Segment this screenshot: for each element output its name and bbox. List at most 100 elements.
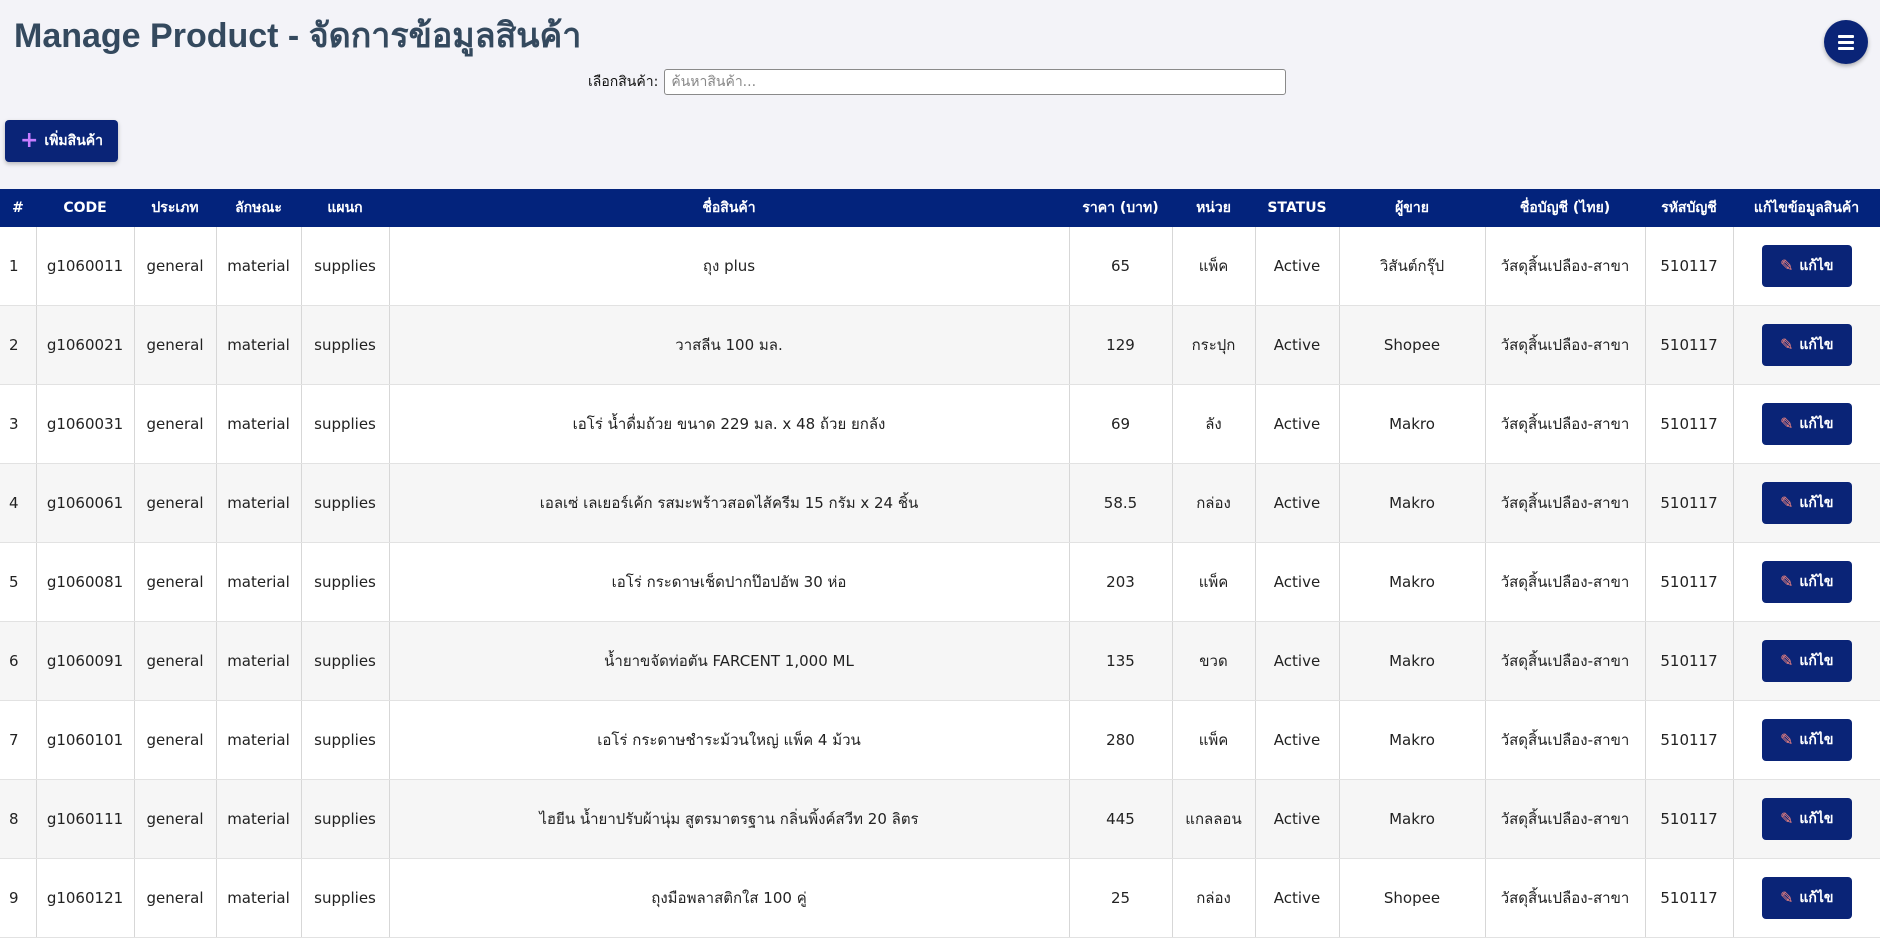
pencil-icon: ✎ [1779, 809, 1794, 828]
product-department: supplies [301, 384, 390, 464]
edit-product-button[interactable]: ✎ แก้ไข [1761, 877, 1852, 919]
product-name: วาสลีน 100 มล. [389, 305, 1070, 385]
edit-label: แก้ไข [1799, 653, 1834, 669]
edit-product-button[interactable]: ✎ แก้ไข [1761, 561, 1852, 603]
product-status: Active [1255, 542, 1340, 622]
product-name: เอลเซ่ เลเยอร์เค้ก รสมะพร้าวสอดไส้ครีม 1… [389, 463, 1070, 543]
pencil-icon: ✎ [1779, 651, 1794, 670]
col-type-header: ประเภท [134, 189, 216, 227]
product-unit: แกลลอน [1172, 779, 1256, 859]
row-index: 7 [0, 700, 37, 780]
account-name: วัสดุสิ้นเปลือง-สาขา [1485, 227, 1646, 306]
edit-product-button[interactable]: ✎ แก้ไข [1761, 245, 1852, 287]
col-department-header: แผนก [301, 189, 389, 227]
edit-product-button[interactable]: ✎ แก้ไข [1761, 324, 1852, 366]
account-code: 510117 [1645, 858, 1734, 938]
account-code: 510117 [1645, 227, 1734, 306]
account-name: วัสดุสิ้นเปลือง-สาขา [1485, 542, 1646, 622]
edit-cell: ✎ แก้ไข [1733, 779, 1880, 859]
product-vendor: Makro [1339, 542, 1486, 622]
product-department: supplies [301, 542, 390, 622]
product-code: g1060091 [36, 621, 135, 701]
table-row: 2 g1060021 general material supplies วาสลีน 1… [0, 305, 1880, 385]
col-nature-header: ลักษณะ [216, 189, 301, 227]
row-index: 6 [0, 621, 37, 701]
col-index-header: # [0, 189, 36, 227]
plus-icon: + [19, 128, 39, 153]
edit-cell: ✎ แก้ไข [1733, 305, 1880, 385]
account-code: 510117 [1645, 305, 1734, 385]
edit-product-button[interactable]: ✎ แก้ไข [1761, 798, 1852, 840]
table-row: 1 g1060011 general material supplies ถุง plus… [0, 227, 1880, 306]
product-type: general [134, 779, 217, 859]
product-price: 58.5 [1069, 463, 1173, 543]
row-index: 4 [0, 463, 37, 543]
product-code: g1060081 [36, 542, 135, 622]
product-type: general [134, 227, 217, 306]
product-vendor: Makro [1339, 621, 1486, 701]
col-status-header: STATUS [1255, 189, 1339, 227]
pencil-icon: ✎ [1779, 493, 1794, 512]
product-status: Active [1255, 384, 1340, 464]
col-code-header: CODE [36, 189, 134, 227]
product-price: 65 [1069, 227, 1173, 306]
table-row: 8 g1060111 general material supplies ไฮยีน น้… [0, 779, 1880, 859]
account-code: 510117 [1645, 463, 1734, 543]
product-status: Active [1255, 227, 1340, 306]
product-status: Active [1255, 779, 1340, 859]
product-price: 135 [1069, 621, 1173, 701]
product-nature: material [216, 463, 302, 543]
product-status: Active [1255, 305, 1340, 385]
account-code: 510117 [1645, 621, 1734, 701]
table-row: 7 g1060101 general material supplies เอโร่ กร… [0, 700, 1880, 780]
product-code: g1060031 [36, 384, 135, 464]
product-unit: กล่อง [1172, 858, 1256, 938]
product-nature: material [216, 542, 302, 622]
row-index: 1 [0, 227, 37, 306]
col-account-code-header: รหัสบัญชี [1645, 189, 1733, 227]
edit-label: แก้ไข [1799, 890, 1834, 906]
product-unit: แพ็ค [1172, 227, 1256, 306]
product-code: g1060061 [36, 463, 135, 543]
product-vendor: วิสันต์กรุ๊ป [1339, 227, 1486, 306]
edit-label: แก้ไข [1799, 416, 1834, 432]
edit-product-button[interactable]: ✎ แก้ไข [1761, 403, 1852, 445]
add-product-button[interactable]: + เพิ่มสินค้า [5, 120, 118, 162]
product-type: general [134, 463, 217, 543]
product-unit: ลัง [1172, 384, 1256, 464]
product-price: 203 [1069, 542, 1173, 622]
product-type: general [134, 542, 217, 622]
product-nature: material [216, 700, 302, 780]
pencil-icon: ✎ [1779, 414, 1794, 433]
account-code: 510117 [1645, 779, 1734, 859]
search-label: เลือกสินค้า: [588, 74, 659, 90]
search-input[interactable] [664, 69, 1287, 95]
table-header-row: # CODE ประเภท ลักษณะ แผนก ชื่อสินค้า ราคา (บาท… [0, 189, 1880, 227]
product-nature: material [216, 621, 302, 701]
product-nature: material [216, 384, 302, 464]
product-type: general [134, 700, 217, 780]
edit-label: แก้ไข [1799, 258, 1834, 274]
menu-button[interactable] [1824, 20, 1868, 64]
account-code: 510117 [1645, 384, 1734, 464]
edit-label: แก้ไข [1799, 811, 1834, 827]
table-row: 6 g1060091 general material supplies น้ำยาขจั… [0, 621, 1880, 701]
pencil-icon: ✎ [1779, 730, 1794, 749]
product-price: 129 [1069, 305, 1173, 385]
edit-product-button[interactable]: ✎ แก้ไข [1761, 719, 1852, 761]
product-nature: material [216, 858, 302, 938]
product-table: # CODE ประเภท ลักษณะ แผนก ชื่อสินค้า ราคา (บาท… [0, 189, 1880, 938]
product-department: supplies [301, 700, 390, 780]
edit-cell: ✎ แก้ไข [1733, 227, 1880, 306]
pencil-icon: ✎ [1779, 888, 1794, 907]
product-status: Active [1255, 463, 1340, 543]
menu-icon [1838, 35, 1854, 50]
product-vendor: Shopee [1339, 305, 1486, 385]
edit-product-button[interactable]: ✎ แก้ไข [1761, 482, 1852, 524]
product-nature: material [216, 227, 302, 306]
edit-product-button[interactable]: ✎ แก้ไข [1761, 640, 1852, 682]
product-code: g1060121 [36, 858, 135, 938]
product-nature: material [216, 305, 302, 385]
edit-label: แก้ไข [1799, 574, 1834, 590]
product-vendor: Makro [1339, 779, 1486, 859]
